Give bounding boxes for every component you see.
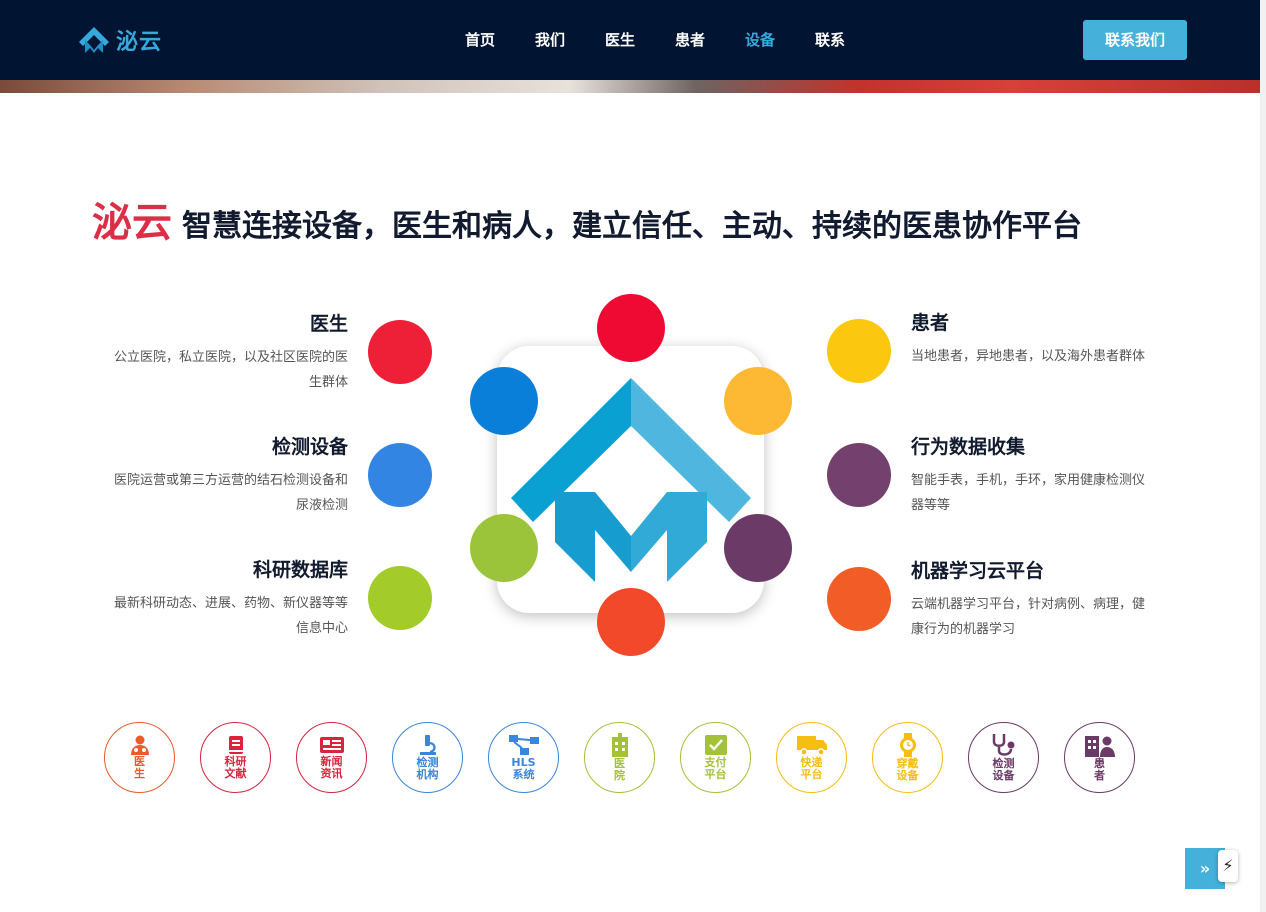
icon-label: 新闻 资讯 — [320, 755, 343, 780]
feature-ml-cloud: 机器学习云平台 云端机器学习平台，针对病例、病理，健康行为的机器学习 — [911, 558, 1151, 642]
nav-about[interactable]: 我们 — [515, 28, 585, 52]
icon-test-agency[interactable]: 检测 机构 — [392, 722, 463, 793]
feature-title: 患者 — [911, 312, 950, 334]
contact-us-button[interactable]: 联系我们 — [1083, 20, 1187, 60]
orbit-dot-bottom — [597, 588, 665, 656]
icon-test-device[interactable]: 检测 设备 — [968, 722, 1039, 793]
icon-hospital[interactable]: 医 院 — [584, 722, 655, 793]
feature-title: 医生 — [309, 313, 348, 335]
orbit-dot-bottom-left — [470, 514, 538, 582]
feature-desc: 当地患者，异地患者，以及海外患者群体 — [911, 349, 1146, 364]
hospital-icon — [611, 733, 628, 757]
feature-test-device: 检测设备 医院运营或第三方运营的结石检测设备和尿液检测 — [108, 434, 348, 518]
brand-logo[interactable]: 泌云 — [78, 22, 162, 58]
orbit-dot-bottom-right — [724, 514, 792, 582]
feature-title: 行为数据收集 — [911, 436, 1026, 458]
icon-label: 医 生 — [134, 755, 145, 780]
payment-icon — [704, 735, 727, 755]
icon-hls-system[interactable]: HLS 系统 — [488, 722, 559, 793]
icon-patient[interactable]: 患 者 — [1064, 722, 1135, 793]
main-nav: 首页 我们 医生 患者 设备 联系 — [445, 28, 865, 52]
feature-desc: 医院运营或第三方运营的结石检测设备和尿液检测 — [113, 473, 348, 513]
feature-title: 科研数据库 — [252, 559, 348, 581]
icon-label: 快递 平台 — [800, 756, 823, 781]
icon-label: HLS 系统 — [511, 756, 536, 781]
nav-doctors[interactable]: 医生 — [585, 28, 655, 52]
center-logo-card — [497, 346, 764, 613]
feature-research-db: 科研数据库 最新科研动态、进展、药物、新仪器等等信息中心 — [108, 557, 348, 641]
feature-dot-patient — [827, 319, 891, 383]
headline-text: 智慧连接设备，医生和病人，建立信任、主动、持续的医患协作平台 — [182, 209, 1082, 244]
feature-dot-test-device — [368, 443, 432, 507]
nav-contact[interactable]: 联系 — [795, 28, 865, 52]
doctor-icon — [130, 735, 149, 755]
orbit-dot-top-left — [470, 367, 538, 435]
icon-news[interactable]: 新闻 资讯 — [296, 722, 367, 793]
headline-brand: 泌云 — [92, 200, 172, 246]
orbit-dot-top — [597, 294, 665, 362]
icon-label: 检测 设备 — [992, 757, 1015, 782]
truck-icon — [796, 736, 827, 756]
center-logo-icon — [511, 378, 751, 582]
stethoscope-icon — [992, 734, 1014, 756]
feature-dot-ml-cloud — [827, 567, 891, 631]
icon-label: 检测 机构 — [416, 756, 439, 781]
brand-mark-icon — [79, 27, 109, 53]
lightning-icon[interactable]: ⚡ — [1218, 850, 1238, 882]
microscope-icon — [419, 735, 436, 755]
feature-dot-doctor — [368, 320, 432, 384]
page-scrollbar[interactable] — [1260, 0, 1266, 912]
feature-desc: 智能手表，手机，手环，家用健康检测仪器等等 — [911, 473, 1146, 513]
feature-title: 机器学习云平台 — [911, 560, 1045, 582]
icon-payment[interactable]: 支付 平台 — [680, 722, 751, 793]
network-icon — [508, 735, 539, 755]
feature-desc: 云端机器学习平台，针对病例、病理，健康行为的机器学习 — [911, 597, 1146, 637]
nav-patients[interactable]: 患者 — [655, 28, 725, 52]
feature-desc: 公立医院，私立医院，以及社区医院的医生群体 — [113, 350, 348, 390]
feature-dot-behavior-data — [827, 443, 891, 507]
book-icon — [228, 736, 243, 754]
icon-research-papers[interactable]: 科研 文献 — [200, 722, 271, 793]
feature-title: 检测设备 — [271, 436, 348, 458]
icon-label: 科研 文献 — [224, 755, 247, 780]
icon-label: 穿戴 设备 — [896, 757, 919, 782]
feature-dot-research-db — [368, 566, 432, 630]
icon-wearable[interactable]: 穿戴 设备 — [872, 722, 943, 793]
feature-desc: 最新科研动态、进展、药物、新仪器等等信息中心 — [113, 596, 348, 636]
newspaper-icon — [319, 737, 344, 753]
icon-delivery[interactable]: 快递 平台 — [776, 722, 847, 793]
headline: 泌云 智慧连接设备，医生和病人，建立信任、主动、持续的医患协作平台 — [92, 190, 1082, 248]
partner-icon-row: 医 生 科研 文献 新闻 资讯 检测 机构 HLS 系统 医 院 支付 平台 快… — [104, 722, 1135, 793]
nav-home[interactable]: 首页 — [445, 28, 515, 52]
feature-patient: 患者 当地患者，异地患者，以及海外患者群体 — [911, 310, 1151, 369]
brand-name: 泌云 — [116, 30, 163, 55]
feature-doctor: 医生 公立医院，私立医院，以及社区医院的医生群体 — [108, 311, 348, 395]
icon-label: 医 院 — [614, 757, 625, 782]
icon-label: 患 者 — [1094, 757, 1105, 782]
hero-banner-strip — [0, 80, 1266, 93]
icon-doctor[interactable]: 医 生 — [104, 722, 175, 793]
icon-label: 支付 平台 — [704, 756, 727, 781]
patient-icon — [1084, 736, 1115, 757]
nav-devices[interactable]: 设备 — [725, 28, 795, 52]
watch-icon — [899, 733, 916, 757]
orbit-dot-top-right — [724, 367, 792, 435]
feature-behavior-data: 行为数据收集 智能手表，手机，手环，家用健康检测仪器等等 — [911, 434, 1151, 518]
